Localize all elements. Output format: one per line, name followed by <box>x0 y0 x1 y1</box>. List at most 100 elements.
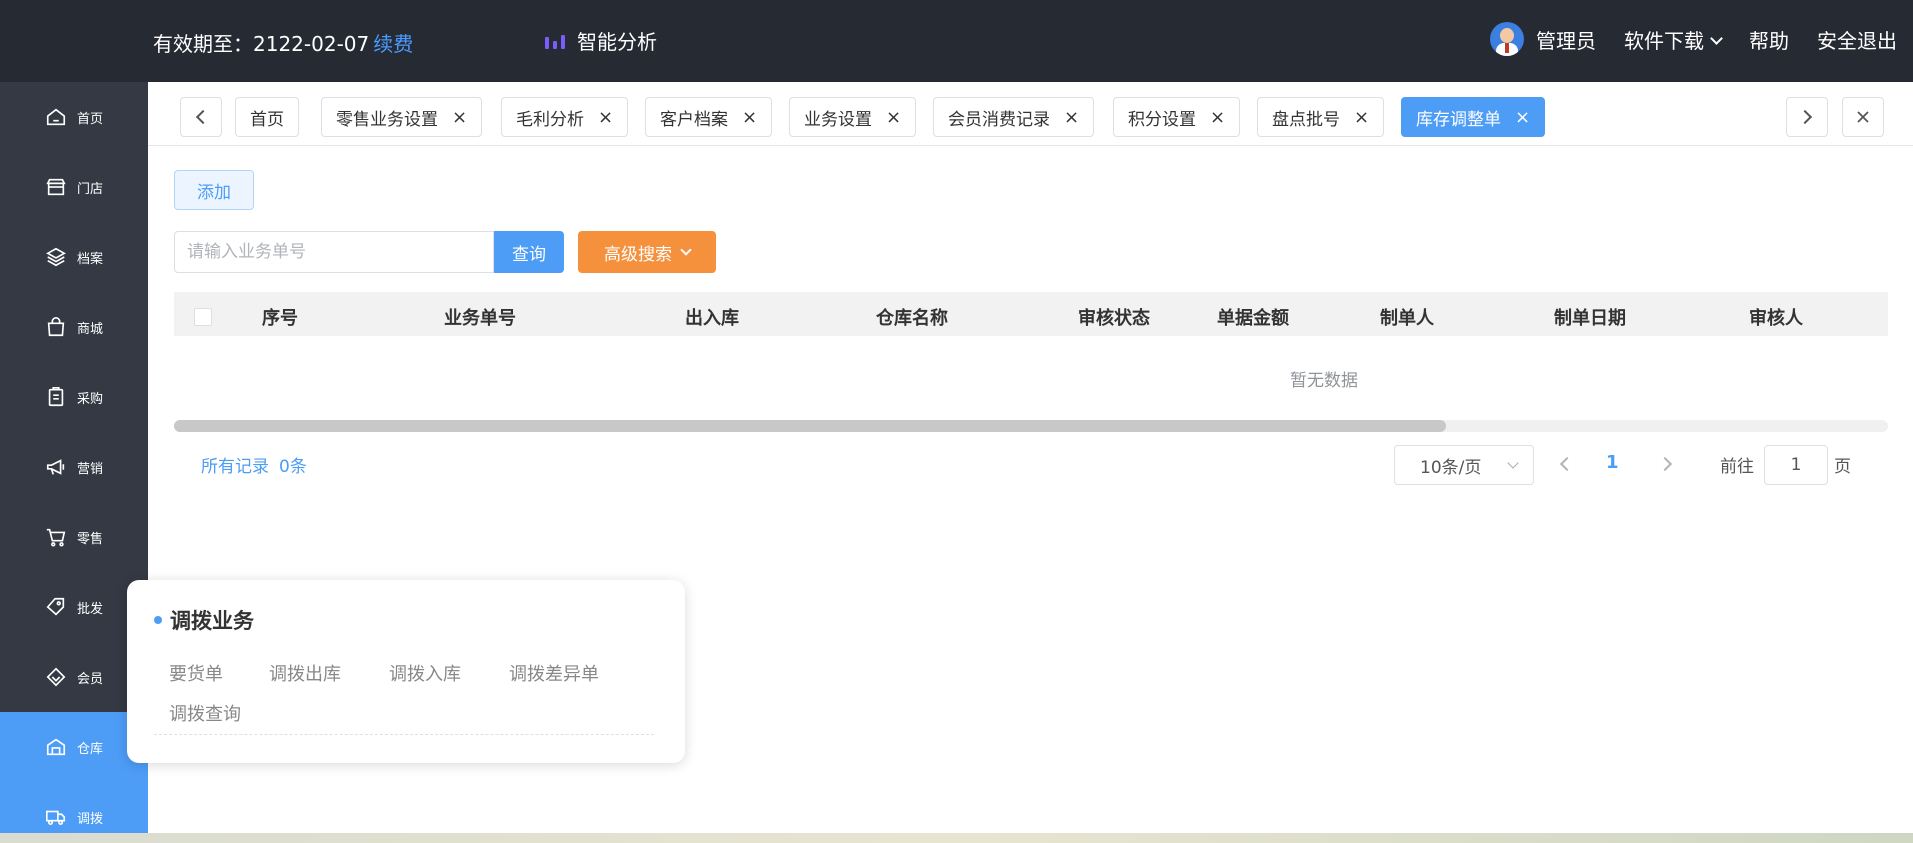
submenu-title: 调拨业务 <box>154 605 254 635</box>
chevron-left-icon <box>195 109 211 125</box>
prev-page-button[interactable] <box>1559 456 1575 472</box>
close-icon[interactable]: × <box>452 107 467 128</box>
sidebar-item-label: 首页 <box>76 111 103 127</box>
add-button[interactable]: 添加 <box>174 170 254 210</box>
truck-icon <box>45 810 66 825</box>
tab-label: 库存调整单 <box>1416 109 1501 130</box>
close-icon[interactable]: × <box>1210 107 1225 128</box>
expiry-label: 有效期至：2122-02-07 <box>153 32 370 56</box>
layers-icon <box>46 247 66 267</box>
sidebar-item-label: 会员 <box>76 671 103 687</box>
goto-label: 前往 <box>1720 457 1754 477</box>
smart-analysis-link[interactable]: 智能分析 <box>545 26 657 55</box>
sidebar-item-label: 门店 <box>76 181 103 197</box>
submenu-link-transfer-in[interactable]: 调拨入库 <box>389 660 461 686</box>
next-page-button[interactable] <box>1657 456 1673 472</box>
sidebar-item-label: 零售 <box>76 531 103 547</box>
column-header: 序号 <box>262 308 298 329</box>
tab-customer-archive[interactable]: 客户档案 × <box>645 97 773 137</box>
submenu-link-transfer-diff[interactable]: 调拨差异单 <box>509 660 599 686</box>
column-header: 审核状态 <box>1078 308 1150 329</box>
advanced-search-button[interactable]: 高级搜索 <box>578 231 716 273</box>
sidebar: 首页 门店 档案 商城 采购 营销 零售 批发 会员 仓库 调拨 <box>0 82 148 843</box>
diamond-icon <box>46 667 66 687</box>
current-page-number[interactable]: 1 <box>1606 452 1619 473</box>
close-icon[interactable]: × <box>598 107 613 128</box>
close-icon[interactable]: × <box>1515 107 1530 128</box>
bag-icon <box>47 317 65 337</box>
submenu-link-transfer-out[interactable]: 调拨出库 <box>269 660 341 686</box>
sidebar-item-mall[interactable]: 商城 <box>0 292 148 362</box>
help-link[interactable]: 帮助 <box>1749 25 1789 54</box>
tab-member-consumption[interactable]: 会员消费记录 × <box>933 97 1095 137</box>
tab-label: 客户档案 <box>660 109 728 130</box>
tab-label: 首页 <box>250 109 284 130</box>
sidebar-item-marketing[interactable]: 营销 <box>0 432 148 502</box>
records-count: 0条 <box>279 457 307 477</box>
close-icon <box>1857 111 1869 123</box>
sidebar-item-home[interactable]: 首页 <box>0 82 148 152</box>
store-icon <box>46 178 66 196</box>
select-all-checkbox[interactable] <box>194 308 212 326</box>
megaphone-icon <box>46 459 65 475</box>
page-suffix-label: 页 <box>1834 457 1851 477</box>
logout-link[interactable]: 安全退出 <box>1817 25 1897 54</box>
download-label: 软件下载 <box>1624 28 1704 53</box>
query-button[interactable]: 查询 <box>494 231 564 273</box>
submenu-title-text: 调拨业务 <box>170 609 254 633</box>
sidebar-item-archive[interactable]: 档案 <box>0 222 148 292</box>
tab-label: 业务设置 <box>804 109 872 130</box>
close-icon[interactable]: × <box>742 107 757 128</box>
scrollbar-thumb[interactable] <box>174 420 1446 432</box>
analysis-bars-icon <box>545 33 565 49</box>
tab-points-settings[interactable]: 积分设置 × <box>1113 97 1241 137</box>
close-all-tabs-button[interactable] <box>1842 97 1884 137</box>
tab-gross-profit[interactable]: 毛利分析 × <box>501 97 629 137</box>
page-size-select[interactable]: 10条/页 <box>1394 445 1534 485</box>
app-root: 有效期至：2122-02-07续费 智能分析 管理员 软件下载 帮助 安全退出 <box>0 0 1913 843</box>
sidebar-item-store[interactable]: 门店 <box>0 152 148 222</box>
search-input[interactable] <box>174 231 494 273</box>
close-icon[interactable]: × <box>886 107 901 128</box>
warehouse-icon <box>46 738 66 756</box>
user-name: 管理员 <box>1536 28 1596 53</box>
sidebar-item-label: 商城 <box>76 321 103 337</box>
submenu-link-transfer-query[interactable]: 调拨查询 <box>169 700 241 726</box>
close-icon[interactable]: × <box>1064 107 1079 128</box>
chevron-down-icon <box>1710 31 1723 45</box>
sidebar-item-label: 营销 <box>76 461 103 477</box>
sidebar-item-wholesale[interactable]: 批发 <box>0 572 148 642</box>
tab-retail-settings[interactable]: 零售业务设置 × <box>321 97 483 137</box>
sidebar-item-warehouse[interactable]: 仓库 <box>0 712 148 782</box>
user-menu[interactable]: 管理员 <box>1490 22 1596 56</box>
close-icon[interactable]: × <box>1354 107 1369 128</box>
tab-label: 会员消费记录 <box>948 109 1050 130</box>
tag-icon <box>46 597 65 616</box>
goto-page-input[interactable]: 1 <box>1764 445 1828 485</box>
horizontal-scrollbar[interactable] <box>174 420 1888 432</box>
tab-stocktake-batch[interactable]: 盘点批号 × <box>1257 97 1385 137</box>
tab-business-settings[interactable]: 业务设置 × <box>789 97 917 137</box>
divider <box>154 734 654 735</box>
column-header: 制单人 <box>1380 308 1434 329</box>
chevron-down-icon <box>1507 457 1519 469</box>
column-header: 审核人 <box>1749 308 1803 329</box>
column-header: 仓库名称 <box>876 308 948 329</box>
sidebar-item-purchase[interactable]: 采购 <box>0 362 148 432</box>
renew-link[interactable]: 续费 <box>373 32 413 56</box>
sidebar-item-member[interactable]: 会员 <box>0 642 148 712</box>
tab-label: 零售业务设置 <box>336 109 438 130</box>
tab-scroll-left-button[interactable] <box>180 97 222 137</box>
chevron-right-icon <box>1797 109 1813 125</box>
sidebar-item-retail[interactable]: 零售 <box>0 502 148 572</box>
avatar <box>1490 22 1524 56</box>
tab-scroll-right-button[interactable] <box>1786 97 1828 137</box>
smart-analysis-label: 智能分析 <box>577 30 657 54</box>
tab-home[interactable]: 首页 <box>235 97 299 137</box>
download-menu[interactable]: 软件下载 <box>1624 25 1723 54</box>
tab-stock-adjustment[interactable]: 库存调整单 × <box>1401 97 1546 137</box>
taskbar-strip <box>0 833 1913 843</box>
column-header: 出入库 <box>685 308 739 329</box>
top-right-menu: 管理员 软件下载 帮助 安全退出 <box>1490 22 1897 56</box>
submenu-link-requisition[interactable]: 要货单 <box>169 660 223 686</box>
